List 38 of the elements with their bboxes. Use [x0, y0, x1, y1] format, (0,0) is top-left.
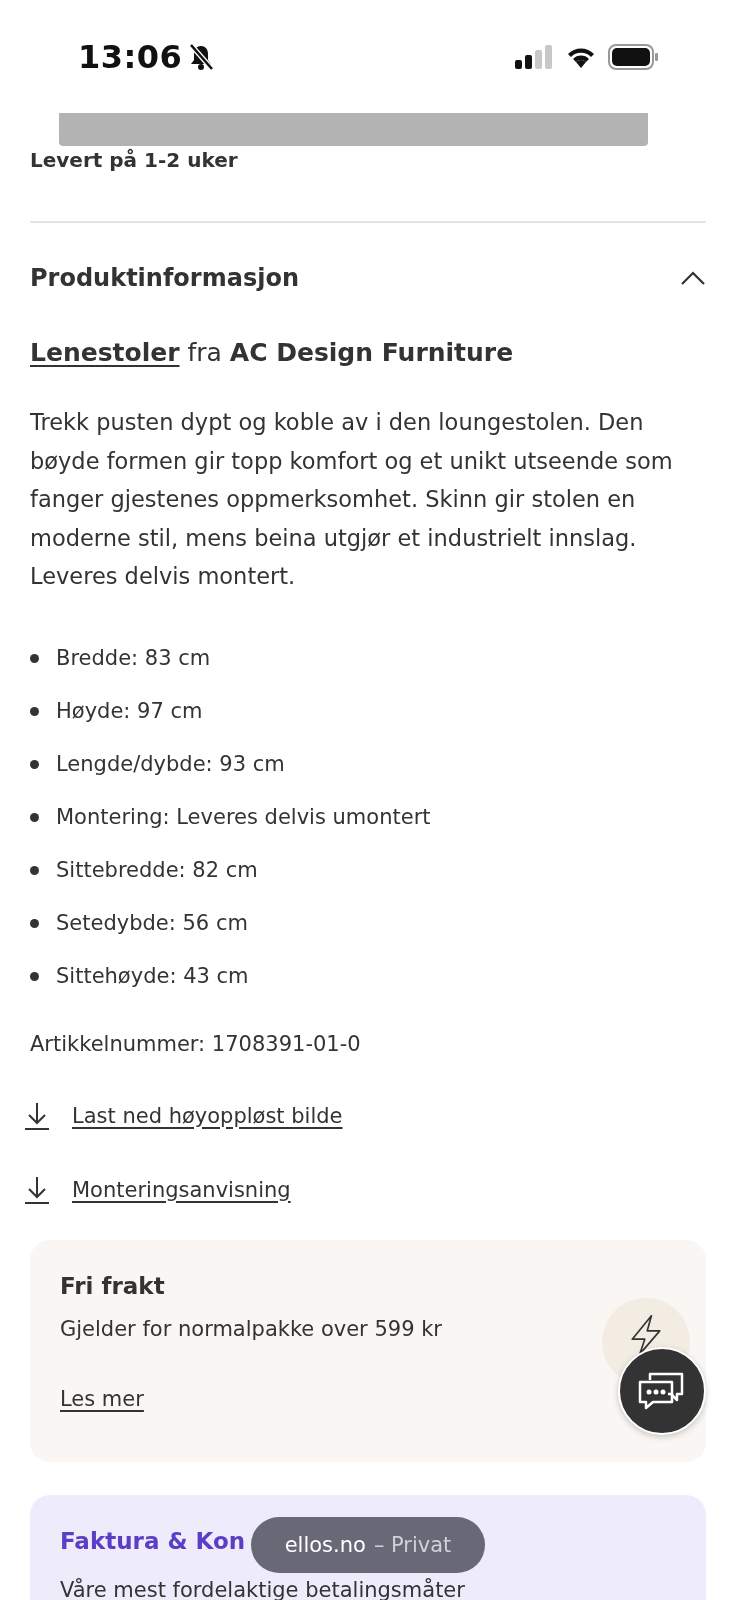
browser-address-pill[interactable]: ellos.no – Privat [251, 1517, 485, 1573]
spec-item: Setedybde: 56 cm [56, 911, 248, 935]
card-title: Faktura & Kon [60, 1526, 246, 1556]
spec-item: Høyde: 97 cm [56, 699, 203, 723]
spec-item: Sittebredde: 82 cm [56, 858, 258, 882]
product-description: Trekk pusten dypt og koble av i den loungestolen. Den bøyde formen gir topp komfort og et unikt utseende som fanger gjestenes oppmerksomhet. Skinn gir stolen en moderne stil, mens beina utgjør et industrielt innslag. Leveres delvis montert. [30, 408, 674, 591]
browsing-mode: – Privat [373, 1533, 452, 1557]
clock-time: 13:06 [78, 37, 183, 76]
chat-icon [638, 1370, 686, 1412]
delivery-time: Levert på 1-2 uker [30, 148, 239, 172]
battery-icon [608, 43, 658, 70]
read-more-link[interactable]: Les mer [60, 1386, 144, 1411]
wifi-icon [566, 45, 596, 68]
bullet-icon [30, 653, 39, 663]
download-icon[interactable] [24, 1101, 50, 1130]
download-icon[interactable] [24, 1175, 50, 1204]
section-header[interactable]: Produktinformasjon [30, 250, 706, 306]
bullet-icon [30, 971, 39, 981]
bullet-icon [30, 812, 39, 822]
download-link[interactable]: Monteringsanvisning [72, 1177, 291, 1202]
card-title: Fri frakt [60, 1271, 165, 1301]
lightning-icon [631, 1314, 661, 1355]
bullet-icon [30, 759, 39, 769]
article-number: Artikkelnummer: 1708391-01-0 [30, 1030, 362, 1058]
download-link[interactable]: Last ned høyoppløst bilde [72, 1103, 343, 1128]
site-name: ellos.no [284, 1533, 366, 1557]
signal-icon [515, 44, 552, 69]
bullet-icon [30, 706, 39, 716]
category-link[interactable]: Lenestoler [30, 338, 180, 367]
card-text: Gjelder for normalpakke over 599 kr [60, 1315, 442, 1343]
bullet-icon [30, 918, 39, 928]
brand-line: Lenestoler fra AC Design Furniture [30, 337, 515, 369]
spec-item: Sittehøyde: 43 cm [56, 964, 249, 988]
spec-item: Lengde/dybde: 93 cm [56, 752, 285, 776]
bullet-icon [30, 865, 39, 875]
section-title: Produktinformasjon [30, 264, 299, 292]
spec-item: Montering: Leveres delvis umontert [56, 805, 431, 829]
spec-item: Bredde: 83 cm [56, 646, 211, 670]
